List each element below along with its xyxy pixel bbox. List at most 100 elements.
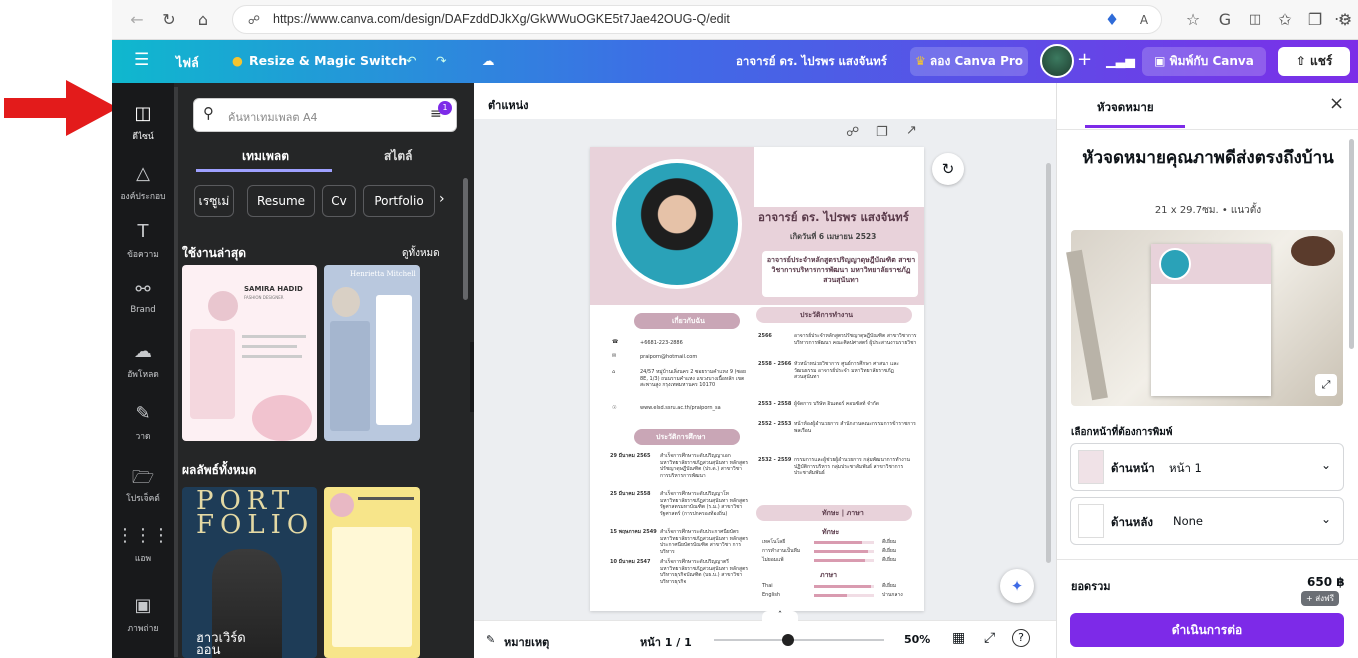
back-icon[interactable]: ←	[126, 9, 148, 31]
duplicate-page-icon[interactable]: ❐	[876, 125, 888, 140]
close-icon[interactable]: ×	[1329, 93, 1344, 114]
position-button[interactable]: ตำแหน่ง	[488, 96, 529, 114]
rail-item-photos[interactable]: ▣ ภาพถ่าย	[112, 587, 174, 645]
cloud-sync-icon[interactable]: ☁	[482, 53, 495, 68]
home-icon[interactable]: ⌂	[192, 9, 214, 31]
level-label: ดีเยี่ยม	[882, 557, 897, 563]
level-label: ดีเยี่ยม	[882, 539, 897, 545]
refresh-icon[interactable]: ↻	[158, 9, 180, 31]
upload-icon: ⇧	[1295, 54, 1306, 68]
level-label: ดีเยี่ยม	[882, 548, 897, 554]
chip-portfolio[interactable]: Portfolio	[363, 185, 435, 217]
template-thumb-samira[interactable]: SAMIRA HADID FASHION DESIGNER	[182, 265, 317, 441]
share-button[interactable]: ⇧ แชร์	[1278, 47, 1350, 76]
tab-letterhead[interactable]: หัวจดหมาย	[1097, 99, 1154, 117]
read-aloud-icon[interactable]: A	[1133, 9, 1155, 31]
rail-item-upload[interactable]: ☁ อัพโหลด	[112, 333, 174, 391]
browser-toolbar: ← ↻ ⌂ ☍ https://www.canva.com/design/DAF…	[112, 0, 1358, 40]
canvas-scrollbar[interactable]	[1046, 163, 1051, 563]
template-thumb-portfolio[interactable]: PORT FOLIO ฮาวเวิร์ด ออน	[182, 487, 317, 658]
address-bar[interactable]: ☍ https://www.canva.com/design/DAFzddDJk…	[232, 5, 1162, 34]
grid-view-icon[interactable]: ▦	[952, 630, 965, 646]
resume-name: อาจารย์ ดร. ไปรพร แสงจันทร์	[758, 210, 909, 224]
work-title: ประวัติการทำงาน	[800, 311, 854, 319]
resume-address: 24/57 หมู่บ้านเลิ่งนคร 2 ซอยรามคำแหง 9 (…	[640, 369, 746, 388]
level-label: ปานกลาง	[882, 592, 903, 598]
more-icon[interactable]: ⋯	[1334, 9, 1350, 28]
template-thumb-yellow[interactable]	[324, 487, 420, 658]
footer-bar: ˆ ✎ หมายเหตุ หน้า 1 / 1 50% ▦ ⤢ ?	[474, 611, 1056, 658]
skill-name: เทคโนโลยี	[762, 539, 786, 545]
copilot-icon[interactable]: G	[1214, 9, 1236, 31]
rail-item-brand[interactable]: ⚯ Brand	[112, 271, 174, 329]
skill-name: การทำงานเป็นทีม	[762, 548, 801, 554]
help-icon[interactable]: ?	[1012, 629, 1030, 647]
tab-styles[interactable]: สไตล์	[384, 147, 413, 166]
chevron-right-icon[interactable]: ›	[439, 191, 445, 207]
rail-item-design[interactable]: ◫ ดีไซน์	[112, 95, 174, 153]
rail-item-apps[interactable]: ⋮⋮⋮ แอพ	[112, 517, 174, 575]
search-input[interactable]: ⚲ ค้นหาเทมเพลต A4 ≡ 1	[193, 98, 457, 132]
chip-resume[interactable]: Resume	[247, 185, 315, 217]
rail-item-elements[interactable]: △ องค์ประกอบ	[112, 155, 174, 213]
resume-page[interactable]: อาจารย์ ดร. ไปรพร แสงจันทร์ เกิดวันที่ 6…	[590, 147, 924, 611]
resize-button[interactable]: Resize & Magic Switch	[249, 53, 407, 68]
collections-icon[interactable]: ❐	[1304, 9, 1326, 31]
tab-templates[interactable]: เทมเพลต	[242, 147, 289, 166]
see-all-link[interactable]: ดูทั้งหมด	[402, 246, 440, 261]
favorite-icon[interactable]: ♦	[1101, 9, 1123, 31]
design-title[interactable]: อาจารย์ ดร. ไปรพร แสงจันทร์	[736, 53, 887, 71]
notes-icon[interactable]: ✎	[486, 633, 495, 646]
panel-scrollbar[interactable]	[463, 178, 468, 300]
zoom-slider-thumb[interactable]	[782, 634, 794, 646]
profile-photo[interactable]	[612, 159, 742, 289]
rail-item-text[interactable]: T ข้อความ	[112, 213, 174, 271]
undo-icon[interactable]: ↶	[406, 53, 416, 68]
star-icon[interactable]: ☆	[1182, 9, 1204, 31]
canvas-area: ตำแหน่ง ☍ ❐ ↗ ↻ อาจารย์ ดร. ไปรพร แสงจัน…	[474, 83, 1056, 658]
file-menu[interactable]: ไฟล์	[176, 53, 199, 73]
rail-item-draw[interactable]: ✎ วาด	[112, 395, 174, 453]
analytics-icon[interactable]: ▁▃▅	[1106, 53, 1135, 68]
chip-resume-th[interactable]: เรซูเม่	[194, 185, 234, 217]
add-page-icon[interactable]: ↗	[906, 123, 917, 138]
magic-sparkle-icon[interactable]: ✦	[1000, 569, 1034, 603]
choose-page-label: เลือกหน้าที่ต้องการพิมพ์	[1071, 427, 1173, 438]
redo-icon[interactable]: ↷	[436, 53, 446, 68]
fullscreen-icon[interactable]: ⤢	[984, 630, 995, 646]
url-text[interactable]: https://www.canva.com/design/DAFzddDJkXg…	[273, 12, 730, 26]
edu-title: ประวัติการศึกษา	[656, 433, 706, 441]
total-label: ยอดรวม	[1071, 580, 1111, 593]
lock-icon[interactable]: ☍	[243, 9, 265, 31]
free-shipping-badge: + ส่งฟรี	[1301, 591, 1339, 606]
zoom-slider-track[interactable]	[714, 639, 884, 641]
rail-scrollbar[interactable]	[174, 87, 178, 657]
refresh-comment-icon[interactable]: ↻	[932, 153, 964, 185]
right-scrollbar[interactable]	[1349, 139, 1354, 349]
crown-icon: ♛	[914, 54, 926, 68]
print-with-canva-button[interactable]: ▣ พิมพ์กับ Canva	[1142, 47, 1266, 76]
favorites-icon[interactable]: ✩	[1274, 9, 1296, 31]
back-page-select[interactable]: ด้านหลัง None ⌄	[1070, 497, 1344, 545]
template-thumb-henrietta[interactable]: Henrietta Mitchell	[324, 265, 420, 441]
notes-button[interactable]: หมายเหตุ	[504, 633, 549, 651]
lock-page-icon[interactable]: ☍	[846, 125, 859, 140]
try-pro-button[interactable]: ♛ ลอง Canva Pro	[910, 47, 1028, 76]
product-preview-image[interactable]: ⤢	[1066, 230, 1343, 406]
avatar[interactable]	[1040, 44, 1074, 78]
split-icon[interactable]: ◫	[1244, 9, 1266, 31]
expand-icon[interactable]: ⤢	[1315, 374, 1337, 396]
zoom-level[interactable]: 50%	[904, 633, 930, 646]
menu-icon[interactable]: ☰	[134, 50, 149, 70]
active-tab-indicator	[1085, 125, 1185, 128]
elements-icon: △	[136, 163, 150, 184]
continue-button[interactable]: ดำเนินการต่อ	[1070, 613, 1344, 647]
chevron-up-icon[interactable]: ˆ	[762, 611, 798, 623]
rail-item-projects[interactable]: 🗁 โปรเจ็คต์	[112, 457, 174, 515]
page-indicator[interactable]: หน้า 1 / 1	[640, 633, 692, 651]
add-people-icon[interactable]: +	[1077, 49, 1092, 70]
front-page-select[interactable]: ด้านหน้า หน้า 1 ⌄	[1070, 443, 1344, 491]
back-page-thumb	[1078, 504, 1104, 538]
chip-cv[interactable]: Cv	[322, 185, 356, 217]
level-bar-fill	[814, 559, 865, 562]
